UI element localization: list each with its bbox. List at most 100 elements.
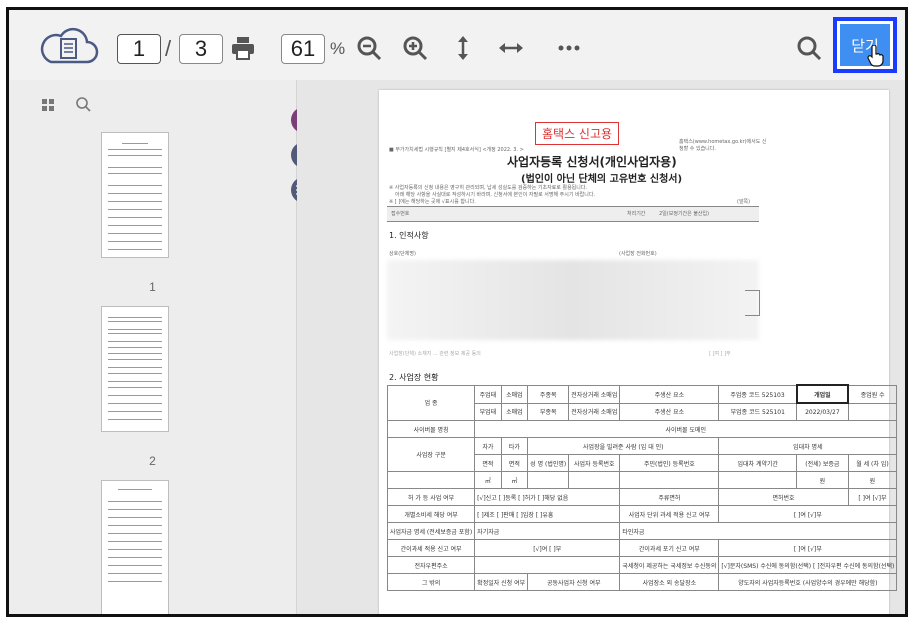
form-subtitle: (법인이 아닌 단체의 고유번호 신청서) bbox=[521, 174, 683, 185]
cell: [ ]여 [√]부 bbox=[847, 488, 898, 506]
page-thumbnail-1[interactable] bbox=[101, 132, 169, 258]
cell: [ ]여 [√]부 bbox=[718, 505, 898, 523]
cell: 사업장을 빌려준 사람 (임 대 인) bbox=[527, 437, 720, 455]
cell: [√]문자(SMS) 수신에 동의함(선택) [ ]전자우편 수신에 동의함(선… bbox=[718, 556, 898, 574]
cell bbox=[847, 402, 898, 421]
cell: 업 종 bbox=[386, 384, 476, 421]
section-business-status: 2. 사업장 현황 bbox=[389, 373, 439, 382]
sidebar-search-icon[interactable] bbox=[75, 96, 91, 112]
cell bbox=[474, 556, 621, 574]
cell: 공동사업자 신청 여부 bbox=[527, 573, 621, 591]
page-side-mark: (앞쪽) bbox=[737, 199, 751, 205]
fit-height-icon[interactable] bbox=[449, 34, 477, 62]
phone-label: (사업장 전화번호) bbox=[619, 251, 657, 257]
cell: 부업태 bbox=[474, 402, 502, 421]
cell: 면적 bbox=[500, 454, 529, 472]
current-page-input[interactable]: 1 bbox=[117, 34, 161, 64]
form-note-line: ※ 사업자등록의 신청 내용은 영구히 관리되며, 납세 성실도를 검증하는 기… bbox=[389, 185, 588, 191]
cell: 부종목 bbox=[527, 402, 570, 421]
cell bbox=[568, 471, 621, 489]
cell: 간이과세 포기 신고 여부 bbox=[619, 539, 720, 557]
search-icon[interactable] bbox=[795, 34, 823, 62]
cell: 월 세 (차 임) bbox=[847, 454, 898, 472]
cell: 사이버몰 도메인 bbox=[474, 420, 898, 438]
zoom-in-icon[interactable] bbox=[401, 34, 429, 62]
cell: 임대차 계약기간 bbox=[718, 454, 798, 472]
hometax-stamp: 홈택스 신고용 bbox=[535, 122, 620, 145]
cell: 사업자 단위 과세 적용 신고 여부 bbox=[619, 505, 720, 523]
cell: 전자상거래 소매업 bbox=[568, 402, 621, 421]
thumbnail-sidebar: 1 2 bbox=[9, 80, 297, 614]
page-thumbnail-label: 1 bbox=[149, 280, 156, 294]
cell: 허 가 등 사업 여부 bbox=[386, 488, 476, 506]
receipt-number-label: 접수번호 bbox=[391, 211, 410, 217]
section-personal-info: 1. 인적사항 bbox=[389, 231, 429, 240]
cell bbox=[619, 471, 720, 489]
more-icon[interactable] bbox=[555, 34, 583, 62]
redacted-area bbox=[387, 260, 759, 340]
page-thumbnail-2[interactable] bbox=[101, 306, 169, 432]
hand-cursor-icon bbox=[867, 45, 884, 67]
main-code-value: 525103 bbox=[761, 391, 785, 399]
business-status-table: 업 종 주업태 소매업 주종목 전자상거래 소매업 주생산 요소 주업종 코드 … bbox=[386, 384, 898, 591]
cell: 자가 bbox=[474, 437, 502, 455]
document-viewer[interactable]: 홈택스 신고용 ■ 부가가치세법 시행규칙 [별지 제4호서식] <개정 202… bbox=[297, 80, 905, 614]
cell: 국세청이 제공하는 국세정보 수신동의 bbox=[619, 556, 720, 574]
print-icon[interactable] bbox=[229, 34, 257, 62]
cell: [ ]여 [√]부 bbox=[718, 539, 898, 557]
hometax-note: 홈택스(www.hometax.go.kr)에서도 신청할 수 있습니다. bbox=[679, 139, 767, 152]
cell: 사업장소 외 송달장소 bbox=[619, 573, 720, 591]
cloud-document-icon[interactable] bbox=[37, 26, 99, 66]
cell: 원 bbox=[847, 471, 898, 489]
document-page: 홈택스 신고용 ■ 부가가치세법 시행규칙 [별지 제4호서식] <개정 202… bbox=[379, 90, 898, 614]
zoom-out-icon[interactable] bbox=[355, 34, 383, 62]
business-name-label: 상호(단체명) bbox=[389, 251, 416, 257]
privacy-consent-choice: [ ]여 [ ]부 bbox=[709, 351, 731, 357]
cell: [√]신고 [ ]등록 [ ]허가 [ ]해당 없음 bbox=[474, 488, 621, 506]
cell: 타인자금 bbox=[619, 522, 898, 540]
zoom-input[interactable]: 61 bbox=[281, 34, 325, 64]
cell: (전세) 보증금 bbox=[796, 454, 849, 472]
thumbnails-icon[interactable] bbox=[41, 98, 55, 112]
cell: 전자상거래 소매업 bbox=[568, 384, 621, 404]
close-button-highlight: 닫기 bbox=[833, 17, 897, 73]
cell: ㎡ bbox=[500, 471, 529, 489]
cell: 2022/03/27 bbox=[796, 402, 849, 421]
cell: 주민(법인) 등록번호 bbox=[619, 454, 720, 472]
pdf-viewer-window: 1 / 3 61 % 닫기 1 2 홈택스 신고용 ■ 부가가치세법 시행규칙 … bbox=[6, 7, 908, 617]
cell: 사업장 구분 bbox=[386, 437, 476, 472]
form-note-line: 아래 해당 사항을 사실대로 작성하시기 바라며, 신청서에 본인이 자필로 서… bbox=[395, 192, 596, 198]
cell: 주업태 bbox=[474, 384, 502, 404]
cell bbox=[386, 471, 476, 489]
cell bbox=[527, 471, 570, 489]
cell: 전자우편주소 bbox=[386, 556, 476, 574]
cell: 부업종 코드 525101 bbox=[718, 402, 798, 421]
cell: 개별소비세 해당 여부 bbox=[386, 505, 476, 523]
page-thumbnail-label: 2 bbox=[149, 454, 156, 468]
privacy-consent-line: 사업장(단체) 소재지 ... 관련 정보 제공 동의 bbox=[389, 351, 481, 357]
cell: 타가 bbox=[500, 437, 529, 455]
cell: 성 명 (법인명) bbox=[527, 454, 570, 472]
processing-period-value: 2일(보정기간은 불산입) bbox=[659, 211, 710, 217]
cell: 임대차 명세 bbox=[718, 437, 898, 455]
cell: 사업자금 명세 (전세보증금 포함) bbox=[386, 522, 476, 540]
cell: ㎡ bbox=[474, 471, 502, 489]
cell: 양도자의 사업자등록번호 (사업양수의 경우에만 해당함) bbox=[718, 573, 898, 591]
toolbar: 1 / 3 61 % 닫기 bbox=[9, 10, 905, 81]
cell: [√]여 [ ]부 bbox=[474, 539, 621, 557]
cell: 주생산 요소 bbox=[619, 402, 720, 421]
cell: 주류면허 bbox=[619, 488, 720, 506]
cell: 개업일 bbox=[795, 384, 850, 404]
cell: 주생산 요소 bbox=[619, 384, 720, 404]
page-thumbnail-3[interactable] bbox=[101, 480, 169, 614]
cell: 원 bbox=[796, 471, 849, 489]
cell: 확정일자 신청 여부 bbox=[474, 573, 529, 591]
processing-period-label: 처리기간 bbox=[627, 211, 646, 217]
sub-code-value: 525101 bbox=[762, 409, 785, 417]
cell: 그 밖의 bbox=[386, 573, 476, 591]
zoom-percent: % bbox=[330, 39, 346, 58]
cell: 사업자 등록번호 bbox=[568, 454, 621, 472]
fit-width-icon[interactable] bbox=[497, 34, 525, 62]
main-code-label: 주업종 코드 bbox=[730, 391, 760, 399]
form-reference: ■ 부가가치세법 시행규칙 [별지 제4호서식] <개정 2022. 3. > bbox=[389, 147, 524, 153]
